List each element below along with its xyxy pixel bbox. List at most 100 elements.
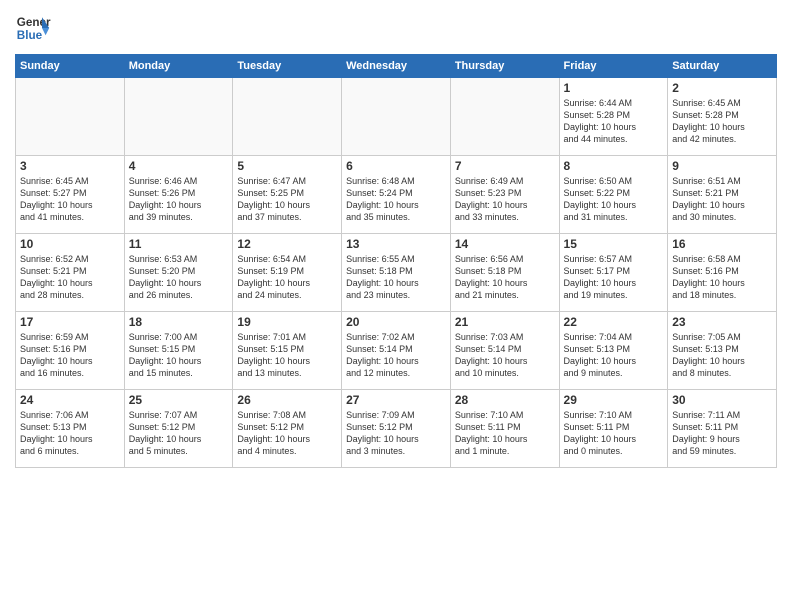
- day-cell: 28 Sunrise: 7:10 AM Sunset: 5:11 PM Dayli…: [450, 390, 559, 468]
- day-info: Sunrise: 6:44 AM Sunset: 5:28 PM Dayligh…: [564, 97, 664, 146]
- day-info: Sunrise: 6:51 AM Sunset: 5:21 PM Dayligh…: [672, 175, 772, 224]
- header: General Blue: [15, 10, 777, 46]
- weekday-header-monday: Monday: [124, 55, 233, 78]
- day-number: 8: [564, 159, 664, 173]
- day-cell: [124, 78, 233, 156]
- day-number: 4: [129, 159, 229, 173]
- day-info: Sunrise: 6:59 AM Sunset: 5:16 PM Dayligh…: [20, 331, 120, 380]
- day-cell: 10 Sunrise: 6:52 AM Sunset: 5:21 PM Dayli…: [16, 234, 125, 312]
- day-number: 28: [455, 393, 555, 407]
- day-info: Sunrise: 6:47 AM Sunset: 5:25 PM Dayligh…: [237, 175, 337, 224]
- day-cell: 16 Sunrise: 6:58 AM Sunset: 5:16 PM Dayli…: [668, 234, 777, 312]
- day-number: 9: [672, 159, 772, 173]
- day-cell: 24 Sunrise: 7:06 AM Sunset: 5:13 PM Dayli…: [16, 390, 125, 468]
- day-number: 29: [564, 393, 664, 407]
- day-info: Sunrise: 7:08 AM Sunset: 5:12 PM Dayligh…: [237, 409, 337, 458]
- day-cell: 15 Sunrise: 6:57 AM Sunset: 5:17 PM Dayli…: [559, 234, 668, 312]
- calendar-table: SundayMondayTuesdayWednesdayThursdayFrid…: [15, 54, 777, 468]
- day-info: Sunrise: 7:10 AM Sunset: 5:11 PM Dayligh…: [564, 409, 664, 458]
- day-cell: 1Sunrise: 6:44 AM Sunset: 5:28 PM Daylig…: [559, 78, 668, 156]
- day-cell: 7 Sunrise: 6:49 AM Sunset: 5:23 PM Daylig…: [450, 156, 559, 234]
- day-info: Sunrise: 7:04 AM Sunset: 5:13 PM Dayligh…: [564, 331, 664, 380]
- day-info: Sunrise: 6:54 AM Sunset: 5:19 PM Dayligh…: [237, 253, 337, 302]
- day-cell: 12 Sunrise: 6:54 AM Sunset: 5:19 PM Dayli…: [233, 234, 342, 312]
- week-row-4: 17 Sunrise: 6:59 AM Sunset: 5:16 PM Dayli…: [16, 312, 777, 390]
- weekday-header-row: SundayMondayTuesdayWednesdayThursdayFrid…: [16, 55, 777, 78]
- day-cell: 14Sunrise: 6:56 AM Sunset: 5:18 PM Dayli…: [450, 234, 559, 312]
- day-number: 12: [237, 237, 337, 251]
- day-cell: 6 Sunrise: 6:48 AM Sunset: 5:24 PM Daylig…: [342, 156, 451, 234]
- day-number: 27: [346, 393, 446, 407]
- day-cell: 8 Sunrise: 6:50 AM Sunset: 5:22 PM Daylig…: [559, 156, 668, 234]
- day-number: 15: [564, 237, 664, 251]
- day-info: Sunrise: 7:07 AM Sunset: 5:12 PM Dayligh…: [129, 409, 229, 458]
- week-row-5: 24 Sunrise: 7:06 AM Sunset: 5:13 PM Dayli…: [16, 390, 777, 468]
- day-number: 2: [672, 81, 772, 95]
- day-cell: [16, 78, 125, 156]
- day-number: 11: [129, 237, 229, 251]
- weekday-header-thursday: Thursday: [450, 55, 559, 78]
- day-cell: 27Sunrise: 7:09 AM Sunset: 5:12 PM Dayli…: [342, 390, 451, 468]
- day-number: 21: [455, 315, 555, 329]
- day-info: Sunrise: 6:53 AM Sunset: 5:20 PM Dayligh…: [129, 253, 229, 302]
- weekday-header-sunday: Sunday: [16, 55, 125, 78]
- day-info: Sunrise: 6:50 AM Sunset: 5:22 PM Dayligh…: [564, 175, 664, 224]
- day-cell: 13 Sunrise: 6:55 AM Sunset: 5:18 PM Dayli…: [342, 234, 451, 312]
- week-row-2: 3Sunrise: 6:45 AM Sunset: 5:27 PM Daylig…: [16, 156, 777, 234]
- day-cell: 17 Sunrise: 6:59 AM Sunset: 5:16 PM Dayli…: [16, 312, 125, 390]
- day-info: Sunrise: 7:10 AM Sunset: 5:11 PM Dayligh…: [455, 409, 555, 458]
- day-number: 18: [129, 315, 229, 329]
- day-number: 19: [237, 315, 337, 329]
- day-number: 10: [20, 237, 120, 251]
- day-number: 16: [672, 237, 772, 251]
- day-info: Sunrise: 7:11 AM Sunset: 5:11 PM Dayligh…: [672, 409, 772, 458]
- logo: General Blue: [15, 10, 51, 46]
- day-number: 23: [672, 315, 772, 329]
- day-cell: 20Sunrise: 7:02 AM Sunset: 5:14 PM Dayli…: [342, 312, 451, 390]
- day-info: Sunrise: 6:49 AM Sunset: 5:23 PM Dayligh…: [455, 175, 555, 224]
- day-cell: 11 Sunrise: 6:53 AM Sunset: 5:20 PM Dayli…: [124, 234, 233, 312]
- day-number: 7: [455, 159, 555, 173]
- day-number: 6: [346, 159, 446, 173]
- day-cell: 22 Sunrise: 7:04 AM Sunset: 5:13 PM Dayli…: [559, 312, 668, 390]
- day-cell: 5 Sunrise: 6:47 AM Sunset: 5:25 PM Daylig…: [233, 156, 342, 234]
- day-cell: 21Sunrise: 7:03 AM Sunset: 5:14 PM Dayli…: [450, 312, 559, 390]
- day-info: Sunrise: 7:01 AM Sunset: 5:15 PM Dayligh…: [237, 331, 337, 380]
- day-number: 24: [20, 393, 120, 407]
- day-cell: 18 Sunrise: 7:00 AM Sunset: 5:15 PM Dayli…: [124, 312, 233, 390]
- weekday-header-tuesday: Tuesday: [233, 55, 342, 78]
- day-cell: 3Sunrise: 6:45 AM Sunset: 5:27 PM Daylig…: [16, 156, 125, 234]
- day-number: 22: [564, 315, 664, 329]
- day-number: 5: [237, 159, 337, 173]
- day-cell: 23Sunrise: 7:05 AM Sunset: 5:13 PM Dayli…: [668, 312, 777, 390]
- day-cell: 30 Sunrise: 7:11 AM Sunset: 5:11 PM Dayli…: [668, 390, 777, 468]
- day-info: Sunrise: 7:00 AM Sunset: 5:15 PM Dayligh…: [129, 331, 229, 380]
- weekday-header-saturday: Saturday: [668, 55, 777, 78]
- day-info: Sunrise: 6:58 AM Sunset: 5:16 PM Dayligh…: [672, 253, 772, 302]
- day-info: Sunrise: 6:45 AM Sunset: 5:28 PM Dayligh…: [672, 97, 772, 146]
- day-cell: 25 Sunrise: 7:07 AM Sunset: 5:12 PM Dayli…: [124, 390, 233, 468]
- day-info: Sunrise: 6:57 AM Sunset: 5:17 PM Dayligh…: [564, 253, 664, 302]
- day-cell: 29 Sunrise: 7:10 AM Sunset: 5:11 PM Dayli…: [559, 390, 668, 468]
- main-container: General Blue SundayMondayTuesdayWednesda…: [0, 0, 792, 473]
- day-info: Sunrise: 6:46 AM Sunset: 5:26 PM Dayligh…: [129, 175, 229, 224]
- day-number: 17: [20, 315, 120, 329]
- week-row-1: 1Sunrise: 6:44 AM Sunset: 5:28 PM Daylig…: [16, 78, 777, 156]
- day-info: Sunrise: 6:48 AM Sunset: 5:24 PM Dayligh…: [346, 175, 446, 224]
- day-number: 20: [346, 315, 446, 329]
- day-number: 30: [672, 393, 772, 407]
- day-number: 25: [129, 393, 229, 407]
- day-cell: [450, 78, 559, 156]
- day-info: Sunrise: 6:55 AM Sunset: 5:18 PM Dayligh…: [346, 253, 446, 302]
- day-number: 13: [346, 237, 446, 251]
- day-info: Sunrise: 7:06 AM Sunset: 5:13 PM Dayligh…: [20, 409, 120, 458]
- weekday-header-wednesday: Wednesday: [342, 55, 451, 78]
- day-info: Sunrise: 6:56 AM Sunset: 5:18 PM Dayligh…: [455, 253, 555, 302]
- day-cell: [233, 78, 342, 156]
- day-cell: 9 Sunrise: 6:51 AM Sunset: 5:21 PM Daylig…: [668, 156, 777, 234]
- day-info: Sunrise: 6:52 AM Sunset: 5:21 PM Dayligh…: [20, 253, 120, 302]
- day-cell: 26 Sunrise: 7:08 AM Sunset: 5:12 PM Dayli…: [233, 390, 342, 468]
- day-number: 3: [20, 159, 120, 173]
- day-number: 26: [237, 393, 337, 407]
- weekday-header-friday: Friday: [559, 55, 668, 78]
